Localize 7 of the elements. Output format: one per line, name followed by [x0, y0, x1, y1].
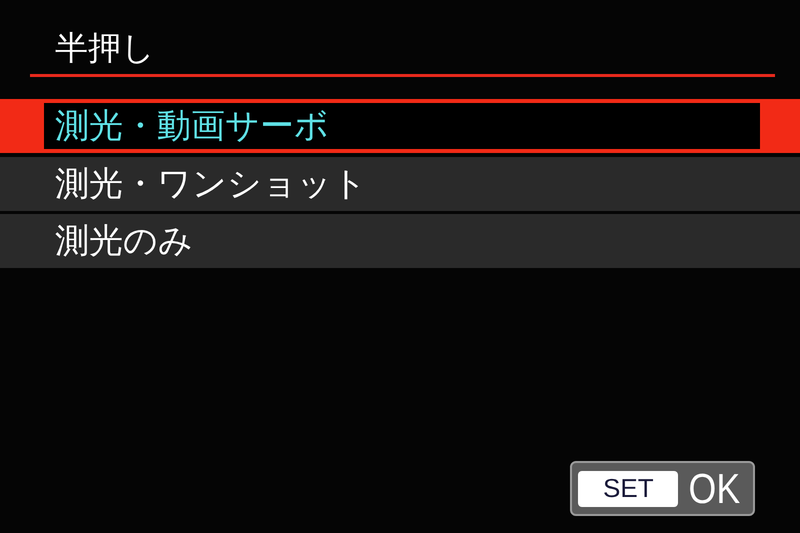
set-key-label: SET — [578, 470, 678, 506]
menu-option[interactable]: 測光のみ — [0, 214, 800, 268]
menu-option[interactable]: 測光・ワンショット — [0, 157, 800, 211]
ok-label: OK — [688, 468, 740, 510]
menu-title: 半押し — [55, 28, 156, 69]
menu-option[interactable]: 測光・動画サーボ — [0, 99, 800, 153]
ok-button[interactable]: SET OK — [570, 461, 755, 516]
